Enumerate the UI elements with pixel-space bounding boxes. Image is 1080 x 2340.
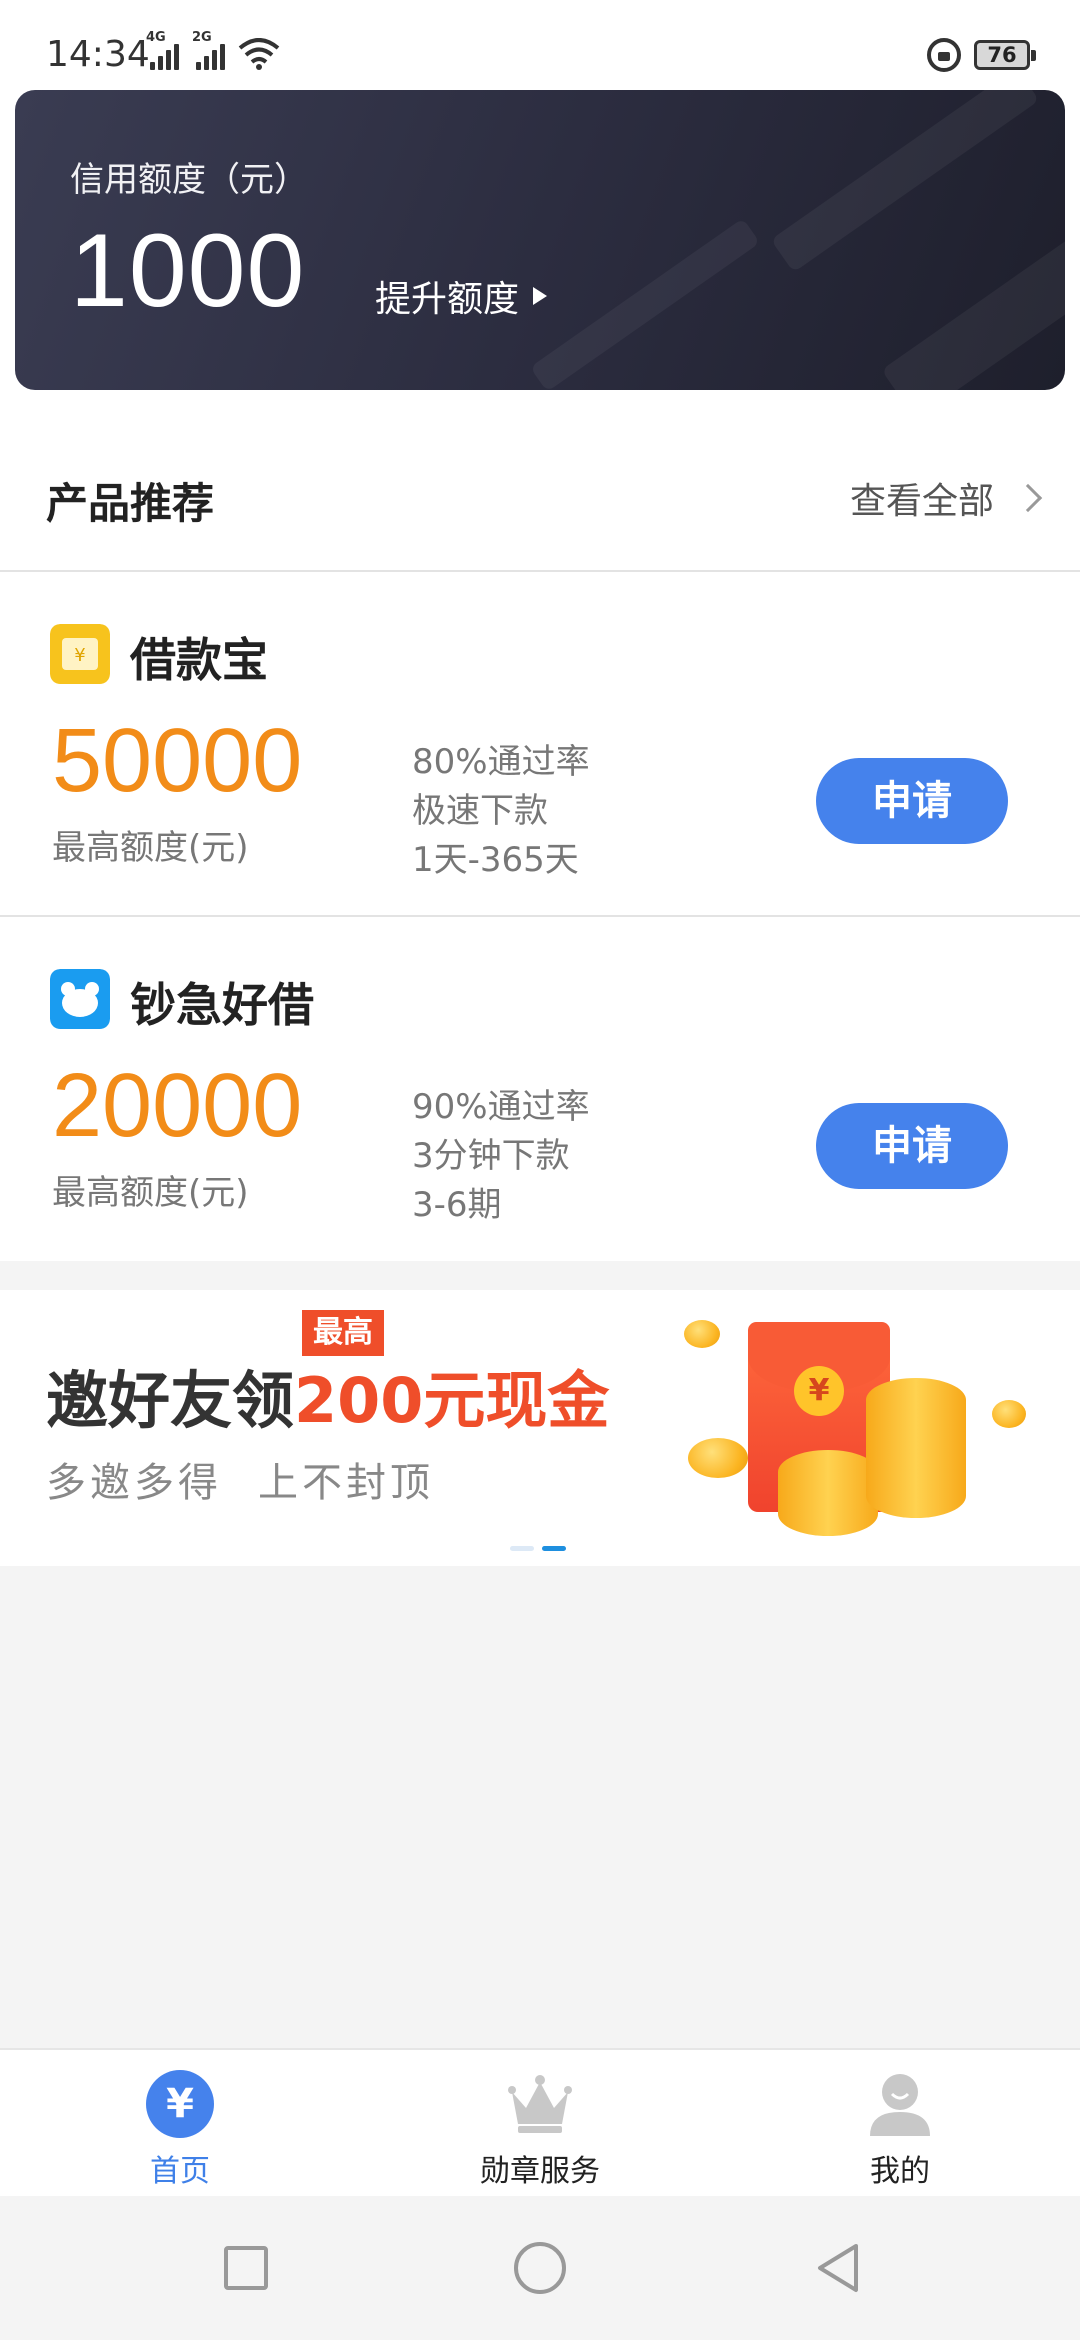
- rotation-lock-icon: [927, 38, 961, 72]
- yen-icon: ¥: [146, 2070, 214, 2138]
- product-name: 钞急好借: [130, 978, 314, 1032]
- product-card: ¥ 借款宝 50000 最高额度(元) 80%通过率 极速下款 1天-365天 …: [0, 572, 1080, 916]
- tab-home[interactable]: ¥ 首页: [0, 2050, 360, 2196]
- battery-icon: 76: [974, 40, 1036, 70]
- bear-logo-icon: [50, 969, 110, 1029]
- product-features: 90%通过率 3分钟下款 3-6期: [412, 1083, 590, 1230]
- bottom-tab-bar: ¥ 首页 勋章服务 我的: [0, 2048, 1080, 2196]
- invite-banner[interactable]: 最高 邀好友领200元现金 多邀多得 上不封顶 ¥: [0, 1290, 1080, 1566]
- section-title: 产品推荐: [46, 479, 215, 528]
- coin-stack-icon: [866, 1378, 966, 1518]
- product-limit-label: 最高额度(元): [52, 828, 249, 868]
- product-card: 钞急好借 20000 最高额度(元) 90%通过率 3分钟下款 3-6期 申请: [0, 917, 1080, 1261]
- carousel-indicator: [510, 1546, 566, 1551]
- apply-button[interactable]: 申请: [816, 758, 1008, 844]
- product-section-header: 产品推荐 查看全部: [0, 430, 1080, 570]
- feature-item: 极速下款: [412, 791, 548, 831]
- tab-mine[interactable]: 我的: [720, 2050, 1080, 2196]
- carousel-dot-active[interactable]: [542, 1546, 566, 1551]
- feature-item: 3分钟下款: [412, 1136, 570, 1176]
- coin-icon: [992, 1400, 1026, 1428]
- wifi-icon: [238, 38, 280, 70]
- banner-subtitle: 多邀多得 上不封顶: [46, 1460, 434, 1506]
- coin-icon: [688, 1438, 748, 1478]
- svg-text:¥: ¥: [74, 645, 85, 666]
- coin-stack-icon: [778, 1450, 878, 1536]
- view-all-label: 查看全部: [849, 481, 994, 522]
- apply-button[interactable]: 申请: [816, 1103, 1008, 1189]
- home-circle-icon[interactable]: [514, 2242, 566, 2294]
- raise-limit-link[interactable]: 提升额度: [375, 270, 548, 322]
- product-features: 80%通过率 极速下款 1天-365天: [412, 738, 590, 885]
- product-limit: 20000: [52, 1056, 303, 1156]
- feature-item: 1天-365天: [412, 840, 579, 880]
- raise-limit-label: 提升额度: [375, 279, 520, 320]
- app-screen: 14:34 4G 2G 76 信用额度（元） 1000 提升额度 产品推荐 查看…: [0, 0, 1080, 2340]
- banner-title: 邀好友领200元现金: [46, 1364, 610, 1437]
- credit-card: 信用额度（元） 1000 提升额度: [15, 90, 1065, 390]
- feature-item: 90%通过率: [412, 1087, 590, 1127]
- back-triangle-icon[interactable]: [814, 2242, 862, 2294]
- user-icon: [870, 2074, 930, 2136]
- carousel-dot[interactable]: [510, 1546, 534, 1551]
- feature-item: 3-6期: [412, 1185, 502, 1225]
- crown-icon: [508, 2075, 572, 2133]
- tab-label: 首页: [150, 2154, 210, 2189]
- product-name: 借款宝: [130, 633, 268, 687]
- tab-medal-service[interactable]: 勋章服务: [360, 2050, 720, 2196]
- feature-item: 80%通过率: [412, 742, 590, 782]
- product-limit: 50000: [52, 711, 303, 811]
- tab-label: 勋章服务: [480, 2154, 600, 2189]
- signal-2g-icon: 2G: [192, 30, 228, 70]
- chevron-right-icon: [1013, 483, 1043, 513]
- wallet-logo-icon: ¥: [50, 624, 110, 684]
- product-limit-label: 最高额度(元): [52, 1173, 249, 1213]
- credit-label: 信用额度（元）: [70, 160, 308, 200]
- tab-label: 我的: [870, 2154, 930, 2189]
- view-all-link[interactable]: 查看全部: [849, 472, 1043, 524]
- status-bar: 14:34 4G 2G 76: [0, 0, 1080, 90]
- system-nav-bar: [0, 2196, 1080, 2340]
- signal-4g-icon: 4G: [146, 30, 182, 70]
- coin-icon: [684, 1320, 720, 1348]
- recent-apps-icon[interactable]: [224, 2246, 268, 2290]
- status-time: 14:34: [46, 34, 150, 75]
- play-arrow-icon: [533, 287, 548, 305]
- credit-amount: 1000: [70, 213, 306, 329]
